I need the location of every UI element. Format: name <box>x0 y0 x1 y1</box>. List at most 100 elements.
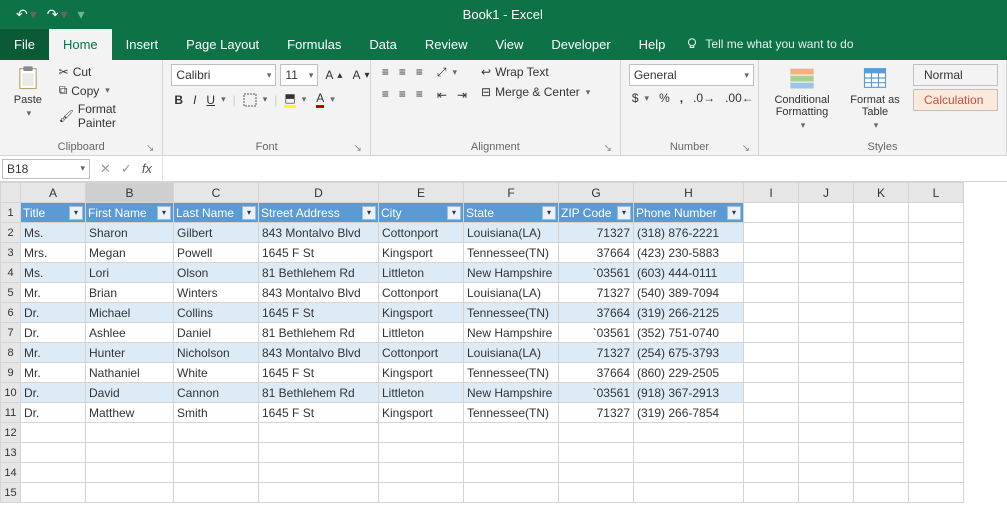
cell[interactable]: 71327 <box>559 343 634 363</box>
align-bottom-icon[interactable]: ≡ <box>413 64 426 80</box>
cell[interactable] <box>744 283 799 303</box>
cell[interactable] <box>909 363 964 383</box>
align-middle-icon[interactable]: ≡ <box>396 64 409 80</box>
row-header[interactable]: 2 <box>1 223 21 243</box>
copy-button[interactable]: ⧉Copy▾ <box>56 82 155 99</box>
paste-button[interactable]: Paste ▾ <box>8 64 48 119</box>
cell[interactable]: Winters <box>174 283 259 303</box>
cell[interactable]: Matthew <box>86 403 174 423</box>
percent-format-button[interactable]: % <box>656 90 673 106</box>
orientation-button[interactable]: ⤢▾ <box>434 64 460 81</box>
cell[interactable]: David <box>86 383 174 403</box>
cell[interactable]: 81 Bethlehem Rd <box>259 263 379 283</box>
cell[interactable] <box>259 463 379 483</box>
cell[interactable] <box>909 263 964 283</box>
cell[interactable] <box>799 323 854 343</box>
cell[interactable]: Dr. <box>21 403 86 423</box>
cell[interactable]: New Hampshire <box>464 323 559 343</box>
font-color-button[interactable]: A▾ <box>313 90 338 109</box>
font-name-combo[interactable]: Calibri▾ <box>171 64 276 86</box>
cell[interactable] <box>174 463 259 483</box>
cell[interactable] <box>799 203 854 223</box>
col-header-J[interactable]: J <box>799 183 854 203</box>
tab-insert[interactable]: Insert <box>112 29 173 60</box>
cell[interactable] <box>464 423 559 443</box>
cell[interactable] <box>909 243 964 263</box>
cell[interactable] <box>744 203 799 223</box>
tab-view[interactable]: View <box>481 29 537 60</box>
cell[interactable]: New Hampshire <box>464 263 559 283</box>
cell[interactable]: Mr. <box>21 343 86 363</box>
cell[interactable] <box>744 383 799 403</box>
align-top-icon[interactable]: ≡ <box>379 64 392 80</box>
decrease-font-icon[interactable]: A▾ <box>349 67 372 83</box>
col-header-H[interactable]: H <box>634 183 744 203</box>
cell[interactable] <box>634 463 744 483</box>
cell[interactable] <box>909 323 964 343</box>
number-format-combo[interactable]: General▾ <box>629 64 754 86</box>
increase-indent-icon[interactable]: ⇥ <box>454 87 470 103</box>
decrease-indent-icon[interactable]: ⇤ <box>434 87 450 103</box>
cell[interactable]: `03561 <box>559 323 634 343</box>
cell[interactable]: Louisiana(LA) <box>464 343 559 363</box>
cell[interactable] <box>854 383 909 403</box>
cell[interactable]: (860) 229-2505 <box>634 363 744 383</box>
cell[interactable] <box>744 223 799 243</box>
cell[interactable]: 1645 F St <box>259 243 379 263</box>
cell[interactable]: Littleton <box>379 383 464 403</box>
cell[interactable] <box>86 443 174 463</box>
cell[interactable]: 1645 F St <box>259 303 379 323</box>
cell[interactable]: 1645 F St <box>259 403 379 423</box>
cell[interactable] <box>799 423 854 443</box>
cell[interactable] <box>559 443 634 463</box>
comma-format-button[interactable]: , <box>677 90 686 106</box>
cell[interactable]: Tennessee(TN) <box>464 403 559 423</box>
cell[interactable]: Dr. <box>21 323 86 343</box>
cell[interactable] <box>744 323 799 343</box>
cell[interactable]: Last Name▾ <box>174 203 259 223</box>
cell[interactable] <box>21 423 86 443</box>
cell[interactable]: Kingsport <box>379 303 464 323</box>
cell[interactable]: (423) 230-5883 <box>634 243 744 263</box>
cell[interactable] <box>464 443 559 463</box>
filter-dropdown-icon[interactable]: ▾ <box>727 206 741 220</box>
cell[interactable] <box>379 483 464 503</box>
cell[interactable]: Tennessee(TN) <box>464 303 559 323</box>
row-header[interactable]: 6 <box>1 303 21 323</box>
col-header-F[interactable]: F <box>464 183 559 203</box>
cell[interactable]: 81 Bethlehem Rd <box>259 383 379 403</box>
tab-help[interactable]: Help <box>625 29 680 60</box>
row-header[interactable]: 11 <box>1 403 21 423</box>
cell[interactable]: (918) 367-2913 <box>634 383 744 403</box>
cell[interactable]: Ashlee <box>86 323 174 343</box>
tab-page-layout[interactable]: Page Layout <box>172 29 273 60</box>
cell[interactable]: Tennessee(TN) <box>464 243 559 263</box>
cell[interactable]: Dr. <box>21 383 86 403</box>
row-header[interactable]: 7 <box>1 323 21 343</box>
formula-input[interactable] <box>162 156 1007 181</box>
row-header[interactable]: 9 <box>1 363 21 383</box>
cell[interactable] <box>174 483 259 503</box>
cell[interactable]: Phone Number▾ <box>634 203 744 223</box>
cell[interactable] <box>379 423 464 443</box>
cell[interactable] <box>259 483 379 503</box>
row-header[interactable]: 8 <box>1 343 21 363</box>
cell[interactable]: Ms. <box>21 223 86 243</box>
cell[interactable]: Nicholson <box>174 343 259 363</box>
cell[interactable] <box>21 463 86 483</box>
style-normal[interactable]: Normal <box>913 64 998 86</box>
cell[interactable]: Littleton <box>379 323 464 343</box>
cell[interactable] <box>909 383 964 403</box>
name-box[interactable]: B18▾ <box>2 159 90 179</box>
cell[interactable] <box>379 463 464 483</box>
cell[interactable] <box>799 243 854 263</box>
cell[interactable] <box>854 263 909 283</box>
cell[interactable]: Daniel <box>174 323 259 343</box>
row-header[interactable]: 13 <box>1 443 21 463</box>
cell[interactable]: Kingsport <box>379 363 464 383</box>
cell[interactable]: State▾ <box>464 203 559 223</box>
cell[interactable]: Hunter <box>86 343 174 363</box>
cell[interactable] <box>744 303 799 323</box>
cell[interactable] <box>909 223 964 243</box>
cell[interactable]: Smith <box>174 403 259 423</box>
